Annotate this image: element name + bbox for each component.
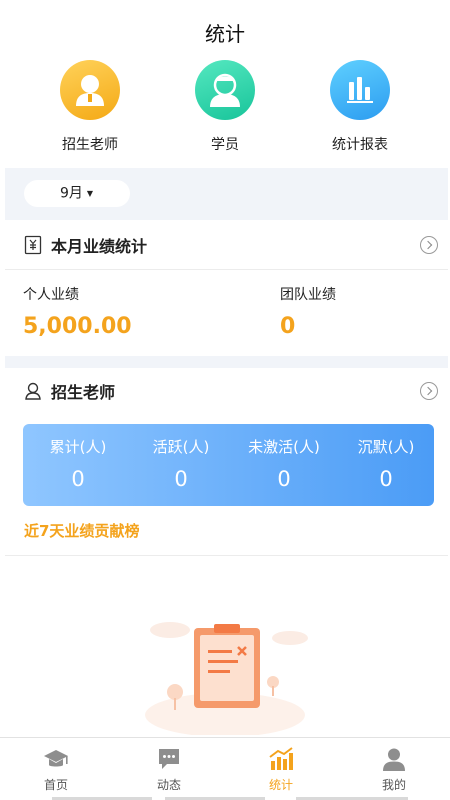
tab-stats[interactable]: 统计 — [225, 738, 337, 800]
bar-chart-icon — [330, 60, 390, 120]
stat-silent: 沉默(人) 0 — [335, 436, 437, 491]
quick-action-recruit-teacher[interactable]: 招生老师 — [30, 60, 150, 154]
ledger-icon — [24, 235, 42, 255]
team-performance-value: 0 — [280, 314, 296, 339]
stat-inactive: 未激活(人) 0 — [233, 436, 335, 491]
divider — [5, 555, 448, 556]
user-icon — [381, 746, 407, 772]
page-title: 统计 — [205, 22, 245, 46]
team-performance-label: 团队业绩 — [280, 287, 336, 303]
team-performance: 团队业绩 0 — [280, 284, 336, 339]
tab-label: 我的 — [381, 778, 406, 792]
quick-action-label: 学员 — [211, 137, 239, 153]
quick-actions: 招生老师 学员 统计报表 — [0, 60, 450, 160]
teacher-stats-card: 累计(人) 0 活跃(人) 0 未激活(人) 0 沉默(人) 0 — [23, 424, 434, 506]
chat-bubble-icon — [156, 746, 182, 772]
tab-activity[interactable]: 动态 — [113, 738, 225, 800]
stat-label: 未激活(人) — [248, 438, 320, 456]
stats-chart-icon — [268, 746, 294, 772]
tab-label: 首页 — [43, 778, 68, 792]
stat-value: 0 — [71, 467, 85, 491]
personal-performance-label: 个人业绩 — [23, 287, 79, 303]
stat-value: 0 — [277, 467, 291, 491]
personal-performance-value: 5,000.00 — [23, 314, 132, 339]
stat-value: 0 — [174, 467, 188, 491]
student-avatar-icon — [195, 60, 255, 120]
tab-home[interactable]: 首页 — [0, 738, 112, 800]
stat-total: 累计(人) 0 — [27, 436, 129, 491]
bottom-tab-bar: 首页 动态 统计 我的 — [0, 737, 450, 800]
performance-summary: 个人业绩 5,000.00 团队业绩 0 — [5, 272, 448, 356]
tab-label: 动态 — [156, 778, 181, 792]
person-avatar-icon — [60, 60, 120, 120]
stat-label: 沉默(人) — [357, 438, 415, 456]
section-title: 招生老师 — [51, 383, 116, 402]
stat-active: 活跃(人) 0 — [130, 436, 232, 491]
graduation-cap-icon — [43, 746, 69, 772]
quick-action-label: 招生老师 — [62, 137, 118, 153]
chevron-right-icon[interactable] — [420, 382, 438, 400]
personal-performance: 个人业绩 5,000.00 — [23, 284, 132, 339]
quick-action-student[interactable]: 学员 — [165, 60, 285, 154]
ranking-title: 近7天业绩贡献榜 — [24, 522, 140, 540]
empty-clipboard-illustration — [145, 622, 308, 735]
quick-action-report[interactable]: 统计报表 — [300, 60, 420, 154]
section-title: 本月业绩统计 — [51, 237, 148, 256]
chevron-down-icon: ▼ — [86, 189, 94, 198]
divider — [5, 269, 448, 270]
tab-label: 统计 — [268, 778, 293, 792]
stat-label: 活跃(人) — [152, 438, 210, 456]
stat-value: 0 — [379, 467, 393, 491]
month-filter-bar: 9月 ▼ — [5, 168, 448, 220]
month-select[interactable]: 9月 ▼ — [24, 180, 130, 207]
quick-action-label: 统计报表 — [332, 137, 388, 153]
month-value: 9月 — [60, 185, 83, 202]
tab-mine[interactable]: 我的 — [338, 738, 450, 800]
stat-label: 累计(人) — [49, 438, 107, 456]
monthly-performance-header[interactable]: 本月业绩统计 — [5, 220, 448, 270]
user-badge-icon — [25, 382, 41, 400]
title-bar: 统计 — [0, 0, 450, 62]
recruit-teacher-header[interactable]: 招生老师 — [5, 366, 448, 416]
chevron-right-icon[interactable] — [420, 236, 438, 254]
